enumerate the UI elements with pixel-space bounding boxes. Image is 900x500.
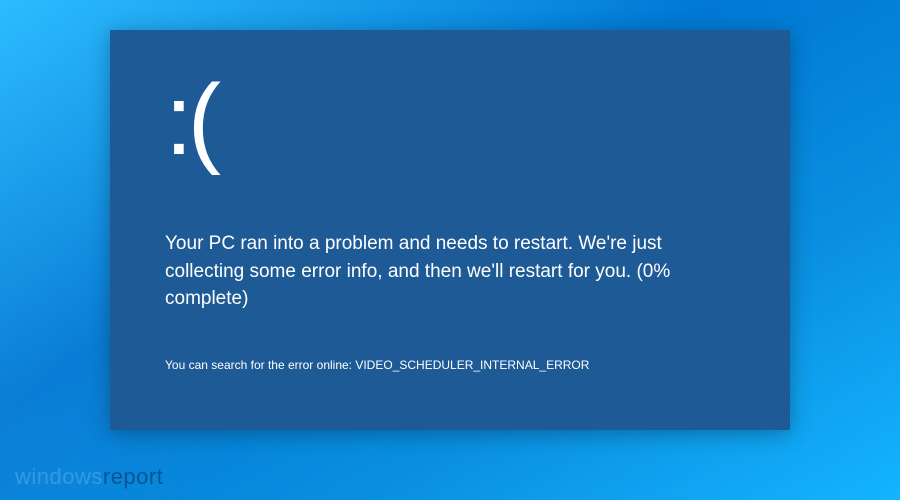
bsod-panel: :( Your PC ran into a problem and needs …	[110, 30, 790, 430]
watermark-part2: report	[103, 464, 163, 489]
bsod-error-hint: You can search for the error online: VID…	[165, 358, 735, 372]
bsod-hint-prefix: You can search for the error online:	[165, 358, 355, 372]
watermark: windowsreport	[15, 464, 163, 490]
bsod-message: Your PC ran into a problem and needs to …	[165, 230, 725, 313]
watermark-part1: windows	[15, 464, 103, 489]
bsod-error-code: VIDEO_SCHEDULER_INTERNAL_ERROR	[355, 358, 589, 372]
sad-face-emoticon: :(	[165, 70, 735, 170]
